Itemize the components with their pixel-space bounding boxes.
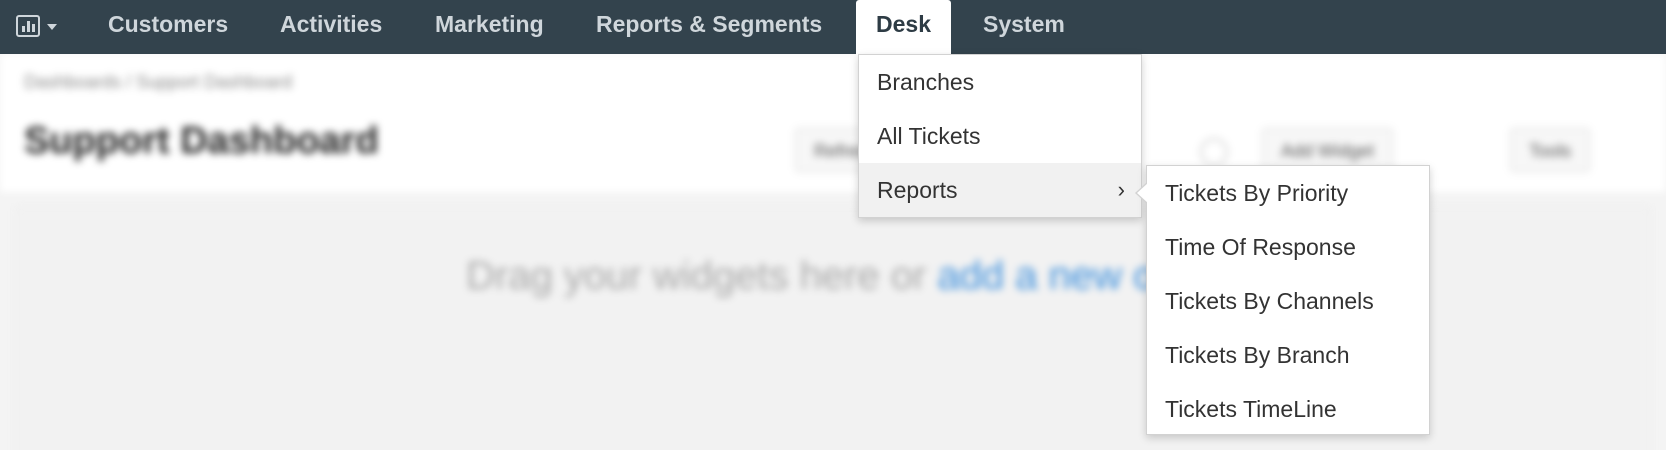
chevron-right-icon: › [1117,177,1125,202]
caret-down-icon [47,24,57,30]
settings-icon[interactable] [1200,138,1228,166]
submenu-item-tickets-by-branch[interactable]: Tickets By Branch [1147,328,1429,382]
menu-item-label: All Tickets [877,123,981,149]
menu-item-branches[interactable]: Branches [859,55,1141,109]
submenu-item-tickets-by-channels[interactable]: Tickets By Channels [1147,274,1429,328]
nav-system[interactable]: System [983,0,1065,54]
reports-submenu: Tickets By Priority Time Of Response Tic… [1135,165,1430,436]
tools-button[interactable]: Tools [1510,128,1591,172]
submenu-item-tickets-timeline[interactable]: Tickets TimeLine [1147,382,1429,436]
nav-marketing[interactable]: Marketing [435,0,544,54]
submenu-item-time-of-response[interactable]: Time Of Response [1147,220,1429,274]
page-title: Support Dashboard [24,120,379,162]
breadcrumb: Dashboards / Support Dashboard [24,72,293,92]
nav-customers[interactable]: Customers [108,0,228,54]
menu-item-label: Reports [877,177,958,203]
nav-desk[interactable]: Desk [856,0,951,55]
nav-reports-segments[interactable]: Reports & Segments [596,0,822,54]
drop-hint-text: Drag your widgets here or [466,254,938,298]
nav-activities[interactable]: Activities [280,0,382,54]
top-navigation: Customers Activities Marketing Reports &… [0,0,1666,55]
menu-item-reports[interactable]: Reports › [859,163,1141,217]
desk-dropdown-menu: Branches All Tickets Reports › [858,54,1142,218]
menu-item-all-tickets[interactable]: All Tickets [859,109,1141,163]
menu-item-label: Branches [877,69,975,95]
bar-chart-icon [16,15,57,37]
submenu-item-tickets-by-priority[interactable]: Tickets By Priority [1147,166,1429,220]
app-switcher[interactable] [16,15,60,37]
